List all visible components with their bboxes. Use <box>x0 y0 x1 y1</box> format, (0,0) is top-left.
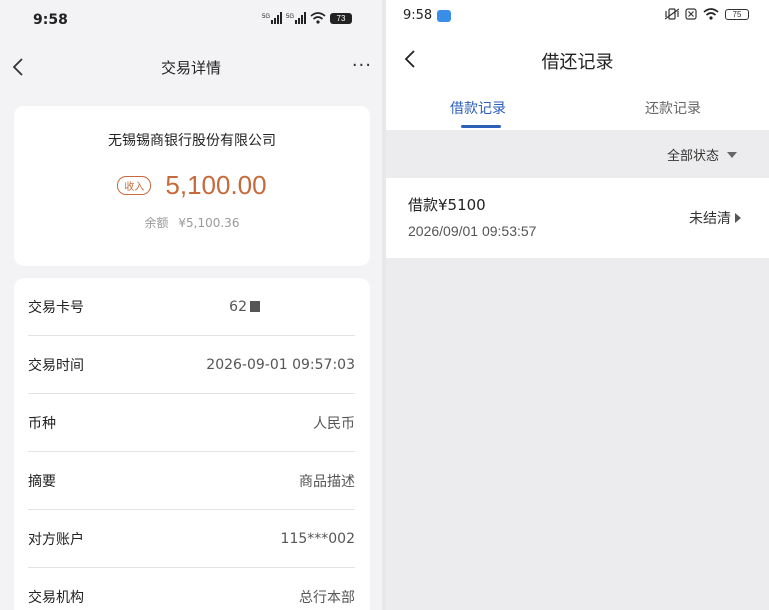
battery-icon: 73 <box>330 12 352 24</box>
transaction-summary-card: 无锡锡商银行股份有限公司 收入 5,100.00 余额 ¥5,100.36 <box>14 106 370 266</box>
status-icons: 5G 5G 73 <box>262 12 352 24</box>
detail-row-summary: 摘要 商品描述 <box>28 452 355 510</box>
detail-row-counterparty: 对方账户 115***002 <box>28 510 355 568</box>
signal-5g-icon: 5G <box>262 12 282 24</box>
wifi-icon <box>703 8 719 20</box>
cloud-icon <box>437 9 452 22</box>
record-date: 2026/09/01 09:53:57 <box>408 223 537 239</box>
detail-value: 人民币 <box>313 415 355 432</box>
transaction-details-card: 交易卡号 62 交易时间 2026-09-01 09:57:03 币种 人民币 … <box>14 278 370 610</box>
detail-label: 币种 <box>28 415 56 432</box>
masked-block <box>250 300 260 312</box>
balance-row: 余额 ¥5,100.36 <box>14 214 370 231</box>
svg-text:5G: 5G <box>262 14 270 20</box>
vibrate-icon <box>665 8 679 20</box>
detail-label: 交易时间 <box>28 357 84 374</box>
detail-value: 2026-09-01 09:57:03 <box>206 356 355 373</box>
loan-record-item[interactable]: 借款¥5100 2026/09/01 09:53:57 未结清 <box>386 178 769 258</box>
status-time: 9:58 <box>403 8 452 23</box>
filter-label: 全部状态 <box>666 149 719 164</box>
detail-value: 商品描述 <box>299 473 355 490</box>
chevron-right-icon <box>735 213 741 223</box>
amount-row: 收入 5,100.00 <box>14 170 370 201</box>
detail-value: 总行本部 <box>299 590 355 606</box>
detail-row-institution: 交易机构 总行本部 <box>28 568 355 610</box>
transaction-amount: 5,100.00 <box>165 170 267 200</box>
transaction-detail-screen: 9:58 5G 5G 73 交易详情 ··· 无锡锡商银行股份有限公司 收入 5… <box>0 0 382 610</box>
status-icons: 75 <box>665 8 749 20</box>
more-options-icon[interactable]: ··· <box>352 55 372 76</box>
bank-name: 无锡锡商银行股份有限公司 <box>108 133 276 149</box>
balance-value: ¥5,100.36 <box>178 216 240 230</box>
page-title: 借还记录 <box>541 52 614 73</box>
detail-label: 交易机构 <box>28 590 84 606</box>
detail-row-card-number: 交易卡号 62 <box>28 278 355 336</box>
tab-loan-records[interactable]: 借款记录 <box>450 98 506 118</box>
detail-value: 62 <box>229 298 247 315</box>
page-title: 交易详情 <box>160 59 221 77</box>
record-title: 借款¥5100 <box>408 196 486 214</box>
tab-repayment-records[interactable]: 还款记录 <box>645 98 701 118</box>
dropdown-triangle-icon <box>727 151 737 158</box>
detail-label: 交易卡号 <box>28 299 84 316</box>
detail-label: 对方账户 <box>28 531 84 548</box>
no-sim-icon <box>685 8 697 20</box>
detail-row-currency: 币种 人民币 <box>28 394 355 452</box>
record-status: 未结清 <box>689 211 731 227</box>
status-time: 9:58 <box>33 12 68 28</box>
loan-records-screen: 9:58 75 借还记录 借款记录 还款记录 全部状态 借款¥5100 2026… <box>386 0 769 610</box>
status-bar: 9:58 5G 5G 73 <box>0 0 382 42</box>
wifi-icon <box>310 12 326 24</box>
battery-icon: 75 <box>725 8 749 20</box>
status-time-text: 9:58 <box>403 8 433 23</box>
detail-label: 摘要 <box>28 473 56 490</box>
active-tab-indicator <box>461 125 501 128</box>
nav-bar: 交易详情 ··· <box>0 42 382 94</box>
income-badge: 收入 <box>117 176 152 195</box>
detail-value: 115***002 <box>280 530 355 547</box>
signal-5g-icon: 5G <box>286 12 306 24</box>
card-number-value: 62 <box>229 299 260 315</box>
balance-label: 余额 <box>144 216 169 230</box>
header: 9:58 75 借还记录 借款记录 还款记录 <box>386 0 769 130</box>
svg-text:5G: 5G <box>286 14 294 20</box>
status-filter-dropdown[interactable]: 全部状态 <box>667 145 737 164</box>
detail-row-time: 交易时间 2026-09-01 09:57:03 <box>28 336 355 394</box>
